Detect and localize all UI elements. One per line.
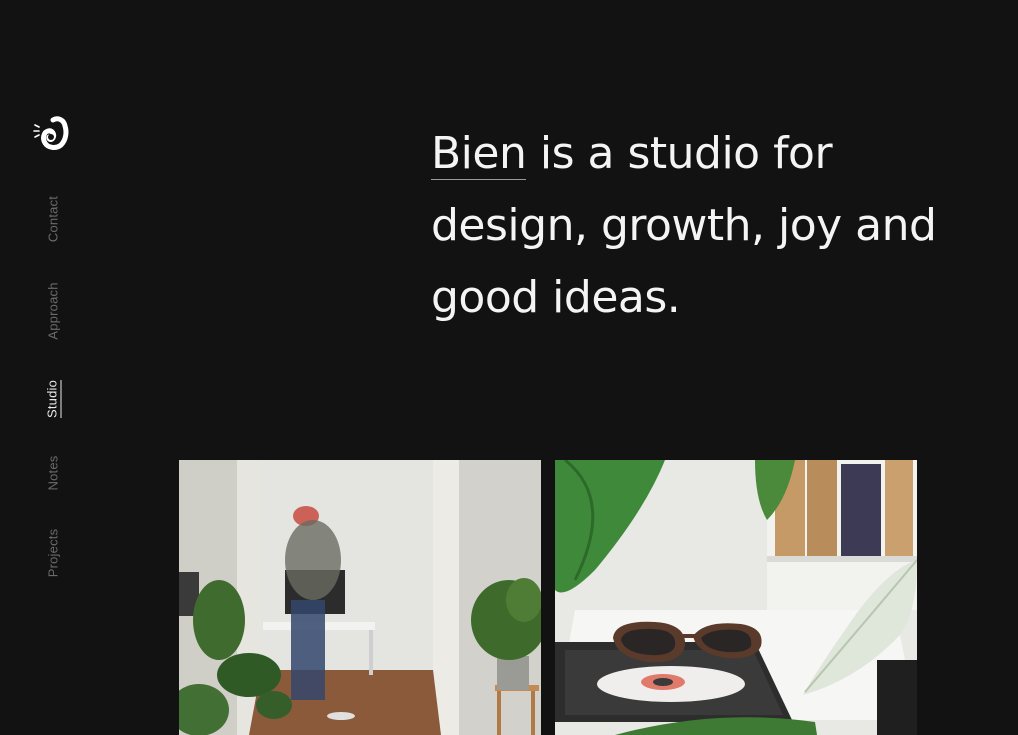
nav-notes[interactable]: Notes bbox=[46, 456, 61, 491]
brand-link[interactable]: Bien bbox=[431, 128, 527, 180]
ok-hand-icon bbox=[33, 116, 69, 150]
brand-logo[interactable] bbox=[31, 116, 71, 150]
nav-projects[interactable]: Projects bbox=[46, 529, 61, 578]
sunglasses-photo bbox=[555, 460, 917, 735]
nav-contact[interactable]: Contact bbox=[46, 196, 61, 242]
hero-headline: Bien is a studio for design, growth, joy… bbox=[431, 118, 951, 334]
nav-studio[interactable]: Studio bbox=[44, 379, 62, 419]
nav-approach[interactable]: Approach bbox=[46, 282, 61, 339]
office-photo bbox=[179, 460, 541, 735]
